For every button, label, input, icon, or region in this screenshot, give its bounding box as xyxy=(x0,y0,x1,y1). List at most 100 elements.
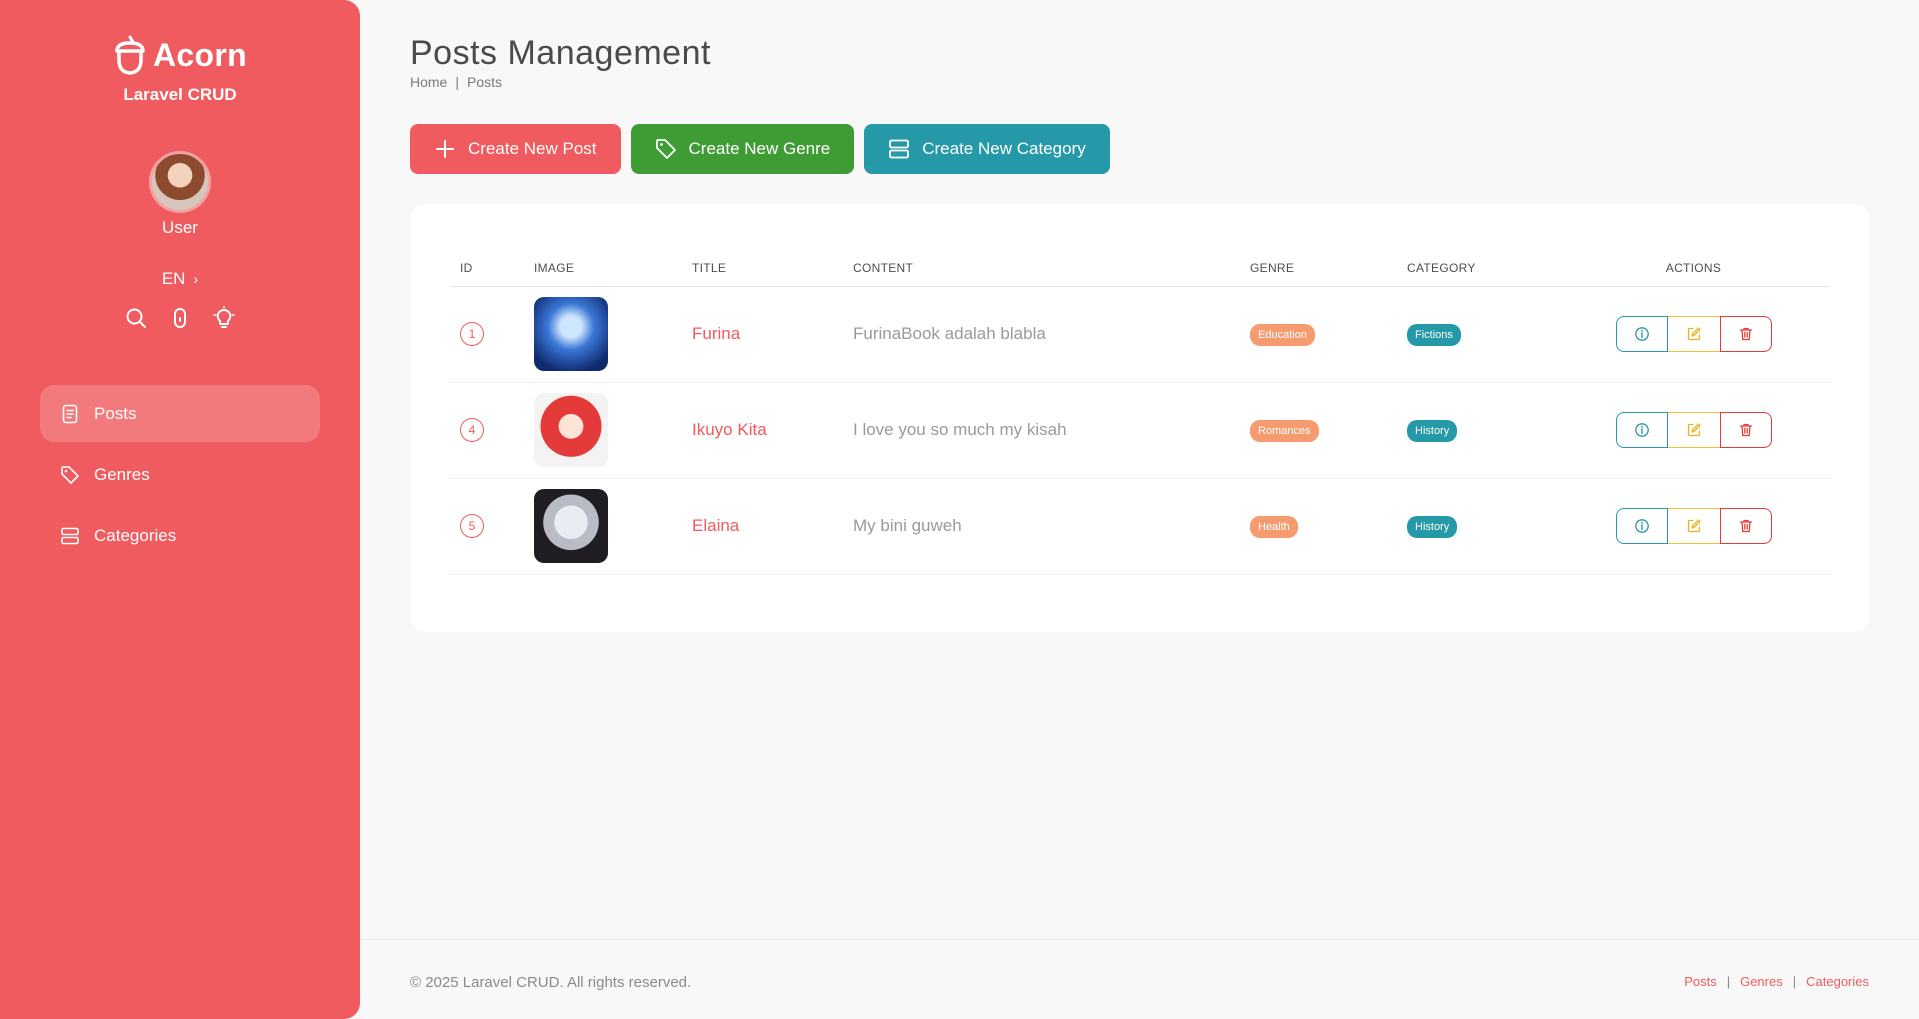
view-button[interactable] xyxy=(1615,508,1668,544)
trash-icon xyxy=(1739,423,1752,437)
trash-icon xyxy=(1739,327,1752,341)
user-name[interactable]: User xyxy=(0,218,360,238)
edit-icon xyxy=(1687,327,1701,341)
delete-button[interactable] xyxy=(1719,412,1772,448)
genre-badge: Romances xyxy=(1250,419,1319,442)
action-toolbar: Create New Post Create New Genre Create … xyxy=(410,124,1110,174)
page-title: Posts Management xyxy=(410,34,711,72)
tag-icon xyxy=(655,139,676,159)
column-header-id[interactable]: ID xyxy=(450,250,524,287)
sidebar-item-label: Genres xyxy=(94,464,150,484)
breadcrumb: Home | Posts xyxy=(410,74,502,90)
row-actions xyxy=(1557,508,1830,544)
footer-separator: | xyxy=(1726,974,1731,989)
posts-card: ID IMAGE TITLE CONTENT GENRE CATEGORY AC… xyxy=(410,204,1870,632)
main-content: Posts Management Home | Posts Create New P… xyxy=(360,0,1919,1019)
row-actions xyxy=(1557,316,1830,352)
sidebar-tools xyxy=(124,305,236,330)
create-category-label: Create New Category xyxy=(922,139,1086,158)
row-id: 4 xyxy=(460,418,484,442)
language-code: EN xyxy=(161,269,186,288)
brand-name: Acorn xyxy=(153,36,247,73)
sidebar-item-posts[interactable]: Posts xyxy=(40,385,320,442)
edit-icon xyxy=(1687,519,1701,533)
table-header-row: ID IMAGE TITLE CONTENT GENRE CATEGORY AC… xyxy=(450,250,1830,287)
table-row: 4 Ikuyo Kita I love you so much my kisah… xyxy=(450,382,1830,479)
chevron-right-icon: › xyxy=(193,271,199,287)
post-content: I love you so much my kisah xyxy=(843,382,1240,479)
trash-icon xyxy=(1739,519,1752,533)
table-row: 5 Elaina My bini guweh Health History xyxy=(450,478,1830,575)
footer-link-categories[interactable]: Categories xyxy=(1806,974,1869,989)
footer-links: Posts | Genres | Categories xyxy=(1684,974,1869,989)
sidebar-item-label: Categories xyxy=(94,525,177,545)
category-badge: History xyxy=(1407,419,1458,442)
create-genre-button[interactable]: Create New Genre xyxy=(630,124,855,174)
footer-link-posts[interactable]: Posts xyxy=(1684,974,1717,989)
brand-subtitle: Laravel CRUD xyxy=(123,85,237,104)
column-header-actions: ACTIONS xyxy=(1547,250,1830,287)
language-switcher[interactable]: EN › xyxy=(0,269,360,289)
create-post-label: Create New Post xyxy=(468,139,597,158)
post-title[interactable]: Furina xyxy=(682,286,843,383)
category-icon xyxy=(61,527,79,544)
post-image[interactable] xyxy=(534,297,608,371)
column-header-category[interactable]: CATEGORY xyxy=(1397,250,1547,287)
category-icon xyxy=(889,139,910,159)
sidebar-item-categories[interactable]: Categories xyxy=(40,507,320,564)
view-button[interactable] xyxy=(1615,412,1668,448)
table-row: 1 Furina FurinaBook adalah blabla Educat… xyxy=(450,286,1830,383)
lock-icon[interactable] xyxy=(168,306,192,330)
plus-icon xyxy=(436,140,454,158)
column-header-title[interactable]: TITLE xyxy=(682,250,843,287)
post-image[interactable] xyxy=(534,393,608,467)
breadcrumb-current[interactable]: Posts xyxy=(467,74,502,90)
delete-button[interactable] xyxy=(1719,508,1772,544)
edit-button[interactable] xyxy=(1667,508,1720,544)
document-icon xyxy=(62,404,78,423)
brand-logo[interactable]: Acorn Laravel CRUD xyxy=(0,34,360,105)
footer: © 2025 Laravel CRUD. All rights reserved… xyxy=(360,939,1919,1019)
post-image[interactable] xyxy=(534,489,608,563)
sidebar: Acorn Laravel CRUD User EN › Posts Genres… xyxy=(0,0,360,1019)
sidebar-item-label: Posts xyxy=(94,403,137,423)
create-category-button[interactable]: Create New Category xyxy=(864,124,1110,174)
lightbulb-icon[interactable] xyxy=(212,305,236,330)
info-icon xyxy=(1634,327,1649,341)
breadcrumb-home[interactable]: Home xyxy=(410,74,447,90)
column-header-image[interactable]: IMAGE xyxy=(524,250,682,287)
info-icon xyxy=(1634,423,1649,437)
post-content: My bini guweh xyxy=(843,478,1240,575)
edit-button[interactable] xyxy=(1667,316,1720,352)
genre-badge: Education xyxy=(1250,323,1315,346)
create-genre-label: Create New Genre xyxy=(688,139,831,158)
copyright-text: © 2025 Laravel CRUD. All rights reserved… xyxy=(410,974,692,991)
row-id: 5 xyxy=(460,514,484,538)
create-post-button[interactable]: Create New Post xyxy=(410,124,621,174)
column-header-genre[interactable]: GENRE xyxy=(1240,250,1397,287)
row-id: 1 xyxy=(460,322,484,346)
post-content: FurinaBook adalah blabla xyxy=(843,286,1240,383)
category-badge: Fictions xyxy=(1407,323,1461,346)
footer-separator: | xyxy=(1792,974,1797,989)
acorn-icon xyxy=(115,35,145,75)
delete-button[interactable] xyxy=(1719,316,1772,352)
search-icon[interactable] xyxy=(124,306,148,330)
avatar[interactable] xyxy=(149,151,211,213)
breadcrumb-separator: | xyxy=(455,74,459,90)
tag-icon xyxy=(61,465,79,484)
sidebar-nav: Posts Genres Categories xyxy=(40,385,320,568)
category-badge: History xyxy=(1407,515,1458,538)
footer-link-genres[interactable]: Genres xyxy=(1740,974,1783,989)
genre-badge: Health xyxy=(1250,515,1298,538)
sidebar-item-genres[interactable]: Genres xyxy=(40,446,320,503)
edit-icon xyxy=(1687,423,1701,437)
column-header-content[interactable]: CONTENT xyxy=(843,250,1240,287)
post-title[interactable]: Ikuyo Kita xyxy=(682,382,843,479)
posts-table: ID IMAGE TITLE CONTENT GENRE CATEGORY AC… xyxy=(450,250,1830,575)
info-icon xyxy=(1634,519,1649,533)
row-actions xyxy=(1557,412,1830,448)
view-button[interactable] xyxy=(1615,316,1668,352)
edit-button[interactable] xyxy=(1667,412,1720,448)
post-title[interactable]: Elaina xyxy=(682,478,843,575)
